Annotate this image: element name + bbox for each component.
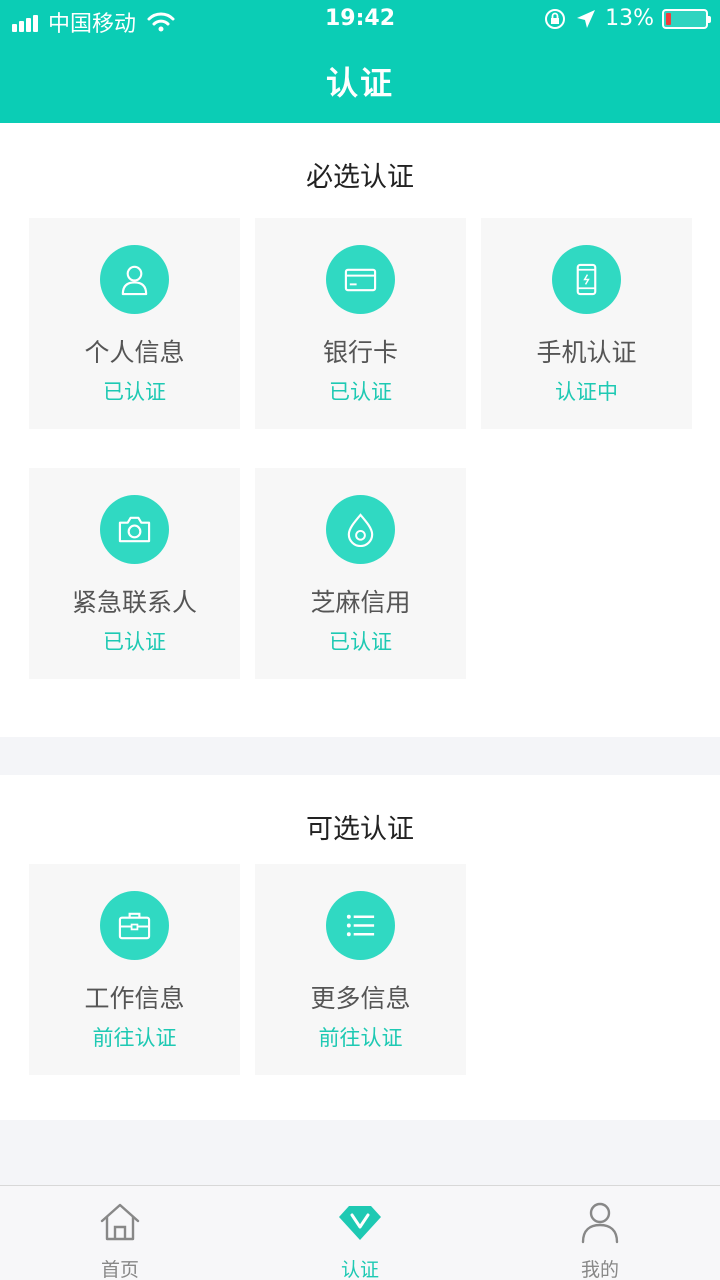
tab-home[interactable]: 首页 (0, 1186, 240, 1280)
card-status: 前往认证 (92, 1026, 177, 1050)
home-icon (100, 1203, 140, 1241)
battery-percent: 13% (605, 6, 654, 31)
required-section-title: 必选认证 (306, 162, 414, 193)
optional-section: 可选认证 工作信息 前往认证 更多信息 前往认证 (0, 775, 720, 1120)
card-bank-card[interactable]: 银行卡 已认证 (255, 218, 466, 429)
card-label: 更多信息 (310, 984, 411, 1013)
card-status: 前往认证 (318, 1026, 403, 1050)
tab-certify-label: 认证 (340, 1259, 379, 1280)
rotation-lock-icon (545, 8, 566, 29)
card-label: 银行卡 (322, 338, 398, 367)
card-label: 紧急联系人 (71, 588, 197, 617)
card-status: 已认证 (103, 630, 166, 654)
card-more-info[interactable]: 更多信息 前往认证 (255, 864, 466, 1075)
card-label: 芝麻信用 (310, 588, 411, 617)
card-emergency-contact[interactable]: 紧急联系人 已认证 (29, 468, 240, 679)
page-title: 认证 (325, 64, 394, 102)
status-bar: 中国移动 19:42 13% (0, 0, 720, 40)
tab-profile[interactable]: 我的 (480, 1186, 720, 1280)
bank-card-icon (344, 268, 377, 292)
tab-home-label: 首页 (100, 1259, 139, 1280)
card-label: 工作信息 (84, 984, 185, 1013)
battery-icon (662, 8, 711, 29)
briefcase-icon (118, 912, 151, 940)
tab-certify[interactable]: 认证 (240, 1186, 480, 1280)
camera-icon (118, 516, 151, 543)
phone-icon (576, 263, 597, 296)
card-work-info[interactable]: 工作信息 前往认证 (29, 864, 240, 1075)
location-arrow-icon (577, 9, 596, 28)
required-section: 必选认证 个人信息 已认证 银行卡 已认证 手机认证 认证中 紧急联系人 已认证… (0, 123, 720, 737)
card-sesame-credit[interactable]: 芝麻信用 已认证 (255, 468, 466, 679)
card-status: 已认证 (329, 380, 392, 404)
card-label: 个人信息 (84, 338, 185, 367)
card-status: 认证中 (555, 380, 618, 404)
card-phone-verification[interactable]: 手机认证 认证中 (481, 218, 692, 429)
profile-icon (581, 1202, 619, 1244)
optional-section-title: 可选认证 (306, 814, 414, 845)
person-icon (121, 265, 148, 296)
header: 中国移动 19:42 13% 认证 (0, 0, 720, 123)
card-status: 已认证 (103, 380, 166, 404)
sesame-credit-icon (347, 513, 374, 547)
card-personal-info[interactable]: 个人信息 已认证 (29, 218, 240, 429)
card-status: 已认证 (329, 630, 392, 654)
tab-profile-label: 我的 (580, 1259, 619, 1280)
tab-bar: 首页 认证 我的 (0, 1185, 720, 1280)
list-icon (346, 914, 375, 937)
certify-diamond-icon (339, 1206, 381, 1240)
card-label: 手机认证 (536, 338, 637, 367)
